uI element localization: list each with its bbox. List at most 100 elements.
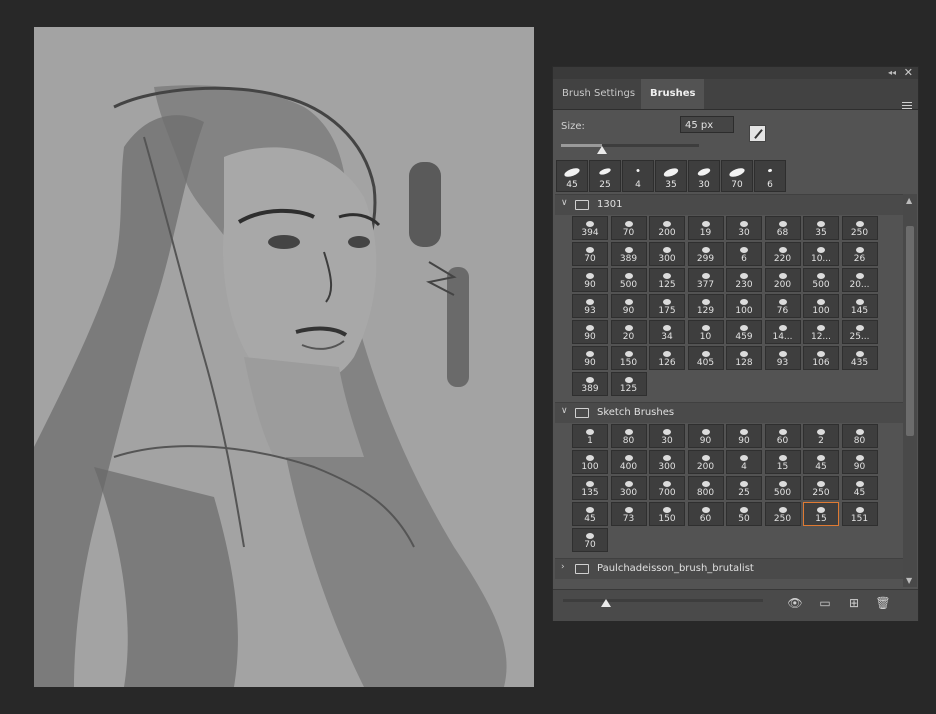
brush-preset[interactable]: 20: [610, 320, 647, 344]
size-slider-thumb[interactable]: [597, 146, 608, 154]
brush-preset[interactable]: 70: [572, 528, 608, 552]
brush-preset[interactable]: 250: [764, 502, 801, 526]
brush-preset[interactable]: 70: [572, 242, 608, 266]
chevron-right-icon[interactable]: ›: [561, 562, 565, 572]
brush-preset[interactable]: 10...: [803, 242, 839, 266]
brush-preset[interactable]: 19: [687, 216, 724, 240]
brush-preset[interactable]: 150: [610, 346, 647, 370]
panel-menu-icon[interactable]: [902, 100, 912, 111]
brush-preset[interactable]: 299: [687, 242, 724, 266]
brush-preset[interactable]: 500: [803, 268, 839, 292]
brush-preset[interactable]: 435: [841, 346, 878, 370]
brush-preset[interactable]: 45: [803, 450, 839, 474]
brush-preset[interactable]: 45: [841, 476, 878, 500]
brush-preset[interactable]: 300: [649, 450, 685, 474]
brush-group-1[interactable]: ∨ Sketch Brushes: [555, 402, 903, 423]
panel-titlebar[interactable]: ◂◂ ✕: [553, 66, 918, 79]
chevron-down-icon[interactable]: ∨: [561, 406, 568, 416]
brush-preset[interactable]: 200: [649, 216, 685, 240]
brush-preset[interactable]: 70: [610, 216, 647, 240]
brush-preset[interactable]: 90: [572, 268, 608, 292]
brush-preset[interactable]: 90: [841, 450, 878, 474]
brush-preset[interactable]: 300: [610, 476, 647, 500]
preview-size-thumb[interactable]: [601, 599, 611, 607]
visibility-icon[interactable]: 👁: [787, 596, 803, 610]
preview-size-slider[interactable]: [563, 599, 763, 602]
brush-preset[interactable]: 90: [572, 320, 608, 344]
scroll-down-icon[interactable]: ▼: [906, 576, 912, 585]
brush-preset[interactable]: 135: [572, 476, 608, 500]
scroll-up-icon[interactable]: ▲: [906, 196, 912, 205]
pen-pressure-icon[interactable]: [749, 125, 766, 142]
brush-preset[interactable]: 250: [841, 216, 878, 240]
recent-brush-1[interactable]: 25: [589, 160, 621, 192]
brush-preset[interactable]: 106: [803, 346, 839, 370]
brush-preset[interactable]: 60: [764, 424, 801, 448]
brush-preset[interactable]: 15: [803, 502, 839, 526]
recent-brush-2[interactable]: 4: [622, 160, 654, 192]
brush-preset[interactable]: 68: [764, 216, 801, 240]
brush-preset[interactable]: 394: [572, 216, 608, 240]
brush-preset[interactable]: 2: [803, 424, 839, 448]
brush-preset[interactable]: 400: [610, 450, 647, 474]
brush-preset[interactable]: 10: [687, 320, 724, 344]
brush-preset[interactable]: 50: [726, 502, 762, 526]
brush-preset[interactable]: 500: [764, 476, 801, 500]
brush-preset[interactable]: 76: [764, 294, 801, 318]
brush-preset[interactable]: 1: [572, 424, 608, 448]
brush-preset[interactable]: 126: [649, 346, 685, 370]
scroll-thumb[interactable]: [906, 226, 914, 436]
document-canvas[interactable]: [34, 27, 534, 687]
brush-preset[interactable]: 93: [572, 294, 608, 318]
brush-preset[interactable]: 100: [572, 450, 608, 474]
brush-preset[interactable]: 90: [610, 294, 647, 318]
brush-preset[interactable]: 128: [726, 346, 762, 370]
brush-preset[interactable]: 30: [649, 424, 685, 448]
brush-preset[interactable]: 300: [649, 242, 685, 266]
brush-preset[interactable]: 25: [726, 476, 762, 500]
brush-preset[interactable]: 60: [687, 502, 724, 526]
brush-preset[interactable]: 175: [649, 294, 685, 318]
brush-preset[interactable]: 230: [726, 268, 762, 292]
recent-brush-3[interactable]: 35: [655, 160, 687, 192]
size-input[interactable]: 45 px: [680, 116, 734, 133]
brush-list-scrollbar[interactable]: ▲ ▼: [903, 194, 917, 587]
recent-brush-6[interactable]: 6: [754, 160, 786, 192]
brush-preset[interactable]: 30: [726, 216, 762, 240]
brush-preset[interactable]: 100: [726, 294, 762, 318]
brush-preset[interactable]: 389: [610, 242, 647, 266]
new-brush-icon[interactable]: ⊞: [846, 596, 862, 610]
brush-preset[interactable]: 45: [572, 502, 608, 526]
brush-preset[interactable]: 26: [841, 242, 878, 266]
brush-preset[interactable]: 20...: [841, 268, 878, 292]
brush-preset[interactable]: 500: [610, 268, 647, 292]
brush-preset[interactable]: 220: [764, 242, 801, 266]
new-group-folder-icon[interactable]: ▭: [817, 596, 833, 610]
brush-preset[interactable]: 250: [803, 476, 839, 500]
brush-preset[interactable]: 35: [803, 216, 839, 240]
brush-preset[interactable]: 90: [726, 424, 762, 448]
brush-preset[interactable]: 700: [649, 476, 685, 500]
brush-preset[interactable]: 377: [687, 268, 724, 292]
delete-icon[interactable]: 🗑: [875, 596, 891, 610]
brush-preset[interactable]: 125: [610, 372, 647, 396]
brush-preset[interactable]: 150: [649, 502, 685, 526]
recent-brush-4[interactable]: 30: [688, 160, 720, 192]
brush-preset[interactable]: 73: [610, 502, 647, 526]
brush-preset[interactable]: 4: [726, 450, 762, 474]
brush-preset[interactable]: 151: [841, 502, 878, 526]
brush-preset[interactable]: 90: [572, 346, 608, 370]
collapse-panel-icon[interactable]: ◂◂: [888, 67, 896, 79]
brush-preset[interactable]: 389: [572, 372, 608, 396]
brush-preset[interactable]: 93: [764, 346, 801, 370]
brush-preset[interactable]: 6: [726, 242, 762, 266]
brush-preset[interactable]: 12...: [803, 320, 839, 344]
brush-preset[interactable]: 14...: [764, 320, 801, 344]
size-slider[interactable]: [561, 144, 699, 147]
brush-preset[interactable]: 34: [649, 320, 685, 344]
close-panel-icon[interactable]: ✕: [904, 66, 913, 79]
chevron-down-icon[interactable]: ∨: [561, 198, 568, 208]
brush-group-0[interactable]: ∨ 1301: [555, 194, 903, 215]
recent-brush-0[interactable]: 45: [556, 160, 588, 192]
brush-preset[interactable]: 100: [803, 294, 839, 318]
